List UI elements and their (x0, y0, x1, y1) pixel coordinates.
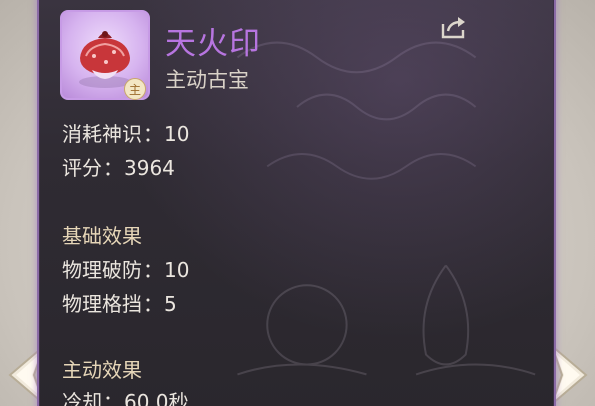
base-effect-label: 物理破防 (62, 258, 142, 282)
active-effects-title: 主动效果 (62, 358, 142, 382)
item-name: 天火印 (165, 26, 261, 62)
score-value: 3964 (124, 156, 175, 180)
item-type: 主动古宝 (165, 68, 249, 92)
consume-value: 10 (164, 122, 190, 146)
active-effect-value: 60.0秒 (124, 390, 189, 406)
base-effect-label: 物理格挡 (62, 292, 142, 316)
active-effect-label: 冷却 (62, 390, 102, 406)
base-effect-row: 物理格挡：5 (62, 292, 177, 316)
item-type-badge: 主 (124, 78, 146, 100)
base-effect-value: 5 (164, 292, 177, 316)
consume-label: 消耗神识 (62, 122, 142, 146)
base-effect-row: 物理破防：10 (62, 258, 190, 282)
base-effect-value: 10 (164, 258, 190, 282)
base-effects-title: 基础效果 (62, 224, 142, 248)
active-effect-row: 冷却：60.0秒 (62, 386, 189, 406)
score-stat: 评分：3964 (62, 156, 175, 180)
share-button[interactable] (438, 12, 468, 42)
game-scene: 主 天火印 主动古宝 消耗神识：10 评分：3964 基础效果 物理破防：10 … (0, 0, 595, 406)
score-label: 评分 (62, 156, 102, 180)
share-icon (441, 17, 465, 39)
consume-stat: 消耗神识：10 (62, 122, 190, 146)
